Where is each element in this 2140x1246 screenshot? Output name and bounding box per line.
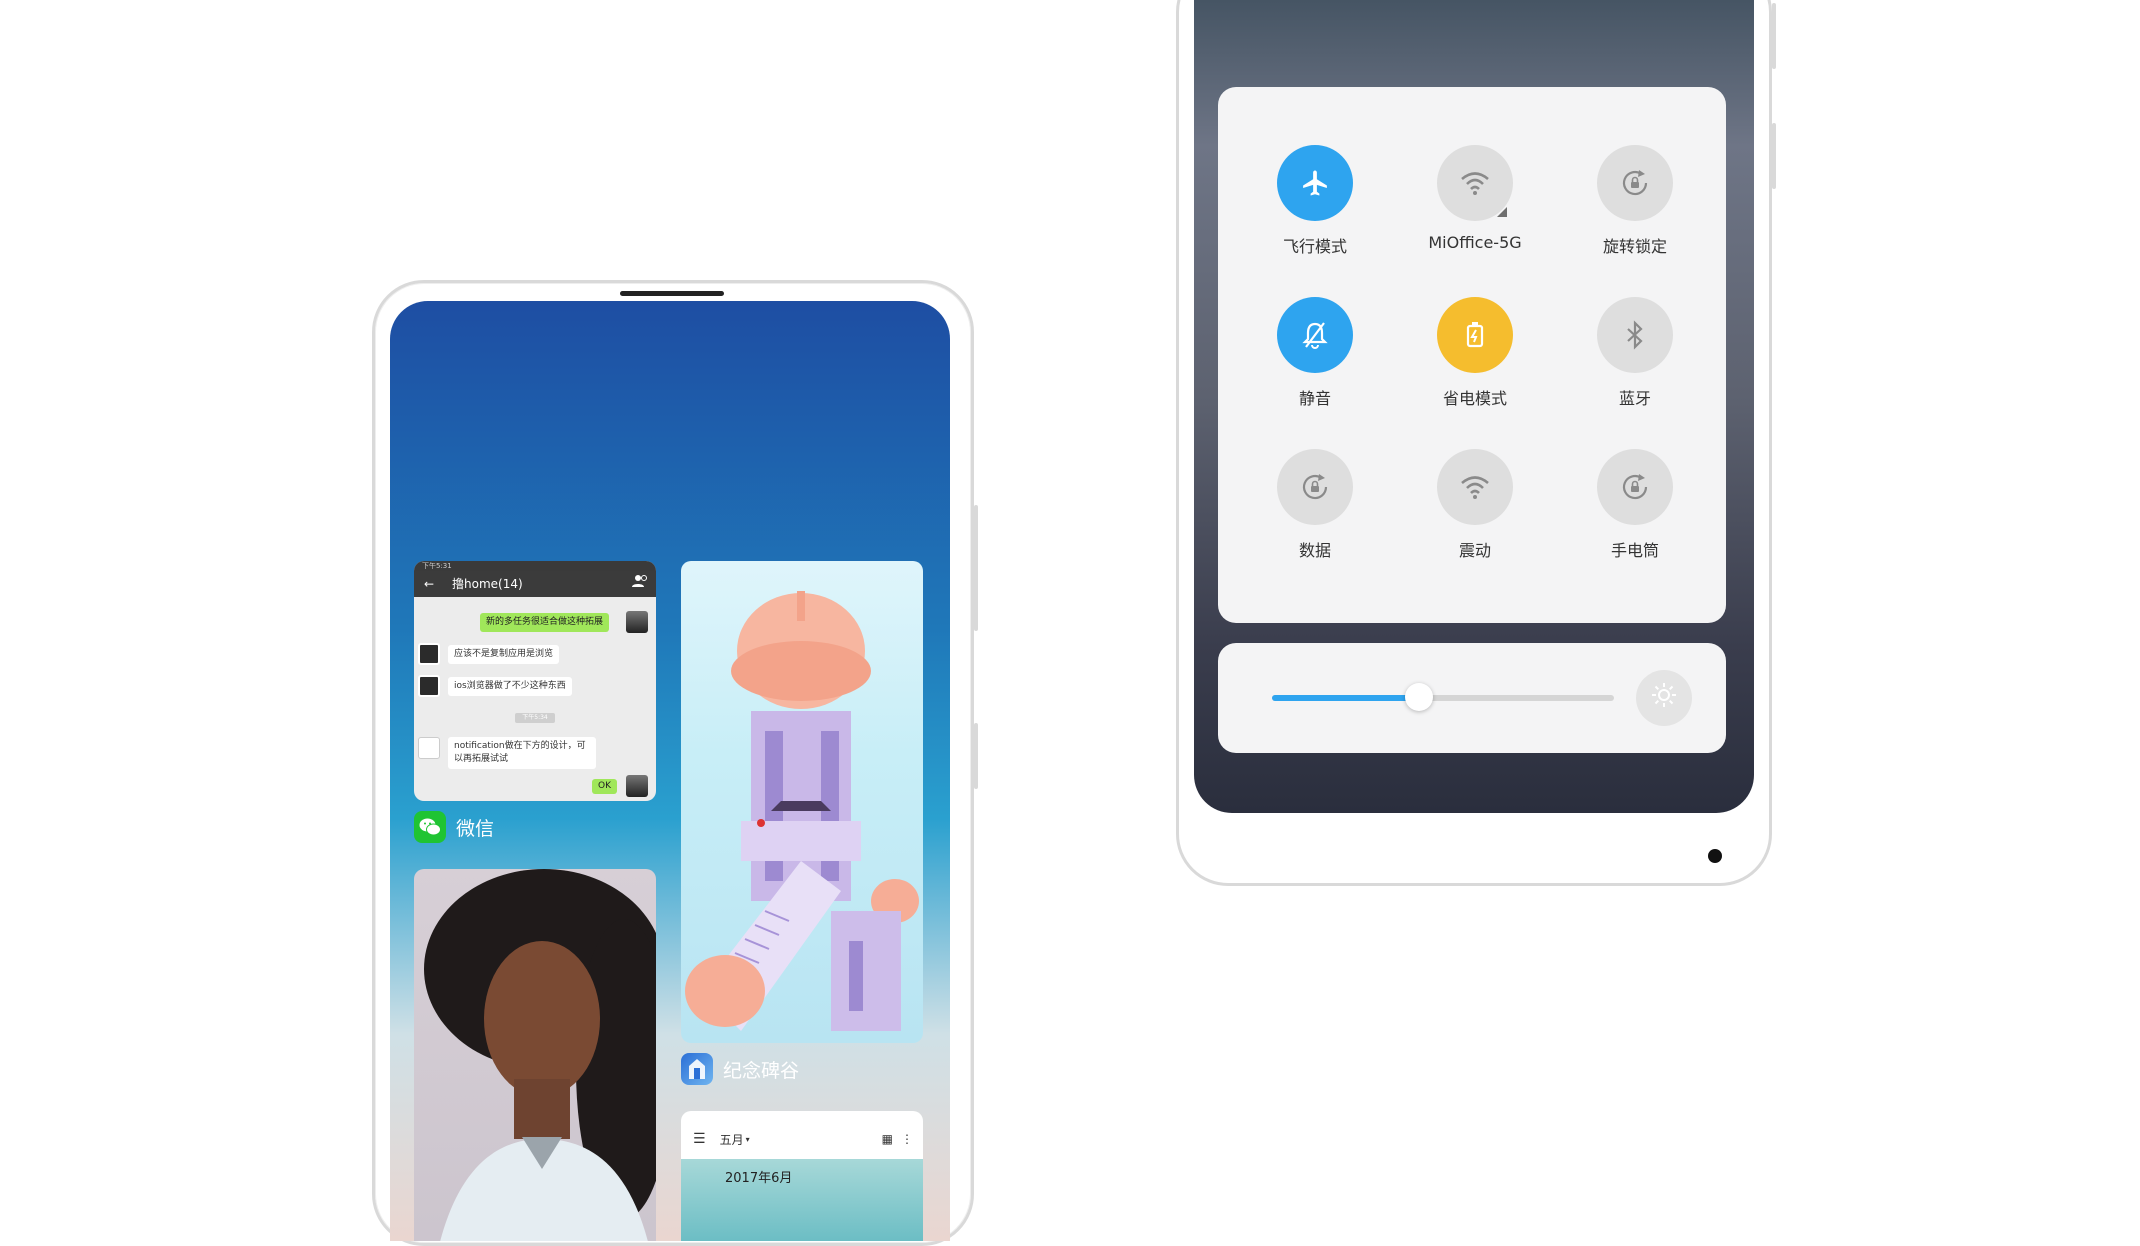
brightness-fill [1272, 695, 1420, 701]
toggle-label: 数据 [1298, 541, 1331, 560]
toggle-label: 静音 [1298, 389, 1331, 408]
chevron-down-icon: ▾ [745, 1134, 750, 1144]
photo-task-card[interactable] [414, 869, 656, 1241]
wechat-icon [414, 811, 446, 843]
month-selector: 五月 [719, 1132, 744, 1147]
toggle-label: 旋转锁定 [1602, 237, 1667, 256]
calendar-date: 2017年6月 [725, 1171, 793, 1186]
chat-message: ios浏览器做了不少这种东西 [448, 677, 572, 696]
brightness-slider[interactable] [1272, 683, 1614, 711]
chat-header: ← 撸home(14) [414, 571, 656, 597]
toggle-vibrate[interactable]: 震动 [1405, 449, 1545, 561]
bluetooth-icon [1597, 297, 1673, 373]
side-button [974, 723, 978, 789]
menu-icon: ☰ [693, 1131, 706, 1147]
auto-brightness-button[interactable] [1636, 670, 1692, 726]
control-center-screen: 飞行模式 MiOffice-5G 旋转锁定 静音 省电模式 蓝牙 数据 震动 手… [1194, 0, 1754, 813]
calendar-banner [681, 1159, 923, 1241]
flashlight-icon [1597, 449, 1673, 525]
back-arrow-icon: ← [424, 577, 435, 591]
portrait-photo [424, 869, 656, 1241]
toggle-silent[interactable]: 静音 [1245, 297, 1385, 409]
message-time: 下午5:34 [515, 713, 555, 723]
bell-mute-icon [1277, 297, 1353, 373]
side-button [1772, 3, 1776, 69]
toggle-rotation-lock[interactable]: 旋转锁定 [1565, 145, 1705, 257]
chat-message: 应该不是复制应用是浏览 [448, 645, 560, 664]
phone-speaker [620, 291, 724, 296]
vibrate-icon [1437, 449, 1513, 525]
data-icon [1277, 449, 1353, 525]
toggle-label: 飞行模式 [1282, 237, 1347, 256]
monument-valley-icon [681, 1053, 713, 1085]
wifi-icon [1437, 145, 1513, 221]
monument-artwork [685, 591, 919, 1031]
chat-message: 新的多任务很适合做这种拓展 [480, 613, 610, 632]
avatar [418, 643, 440, 665]
recent-apps-screen: 下午5:31 ← 撸home(14) 新的多任务很适合做这种拓展 应该不是复制应… [390, 301, 950, 1241]
toggle-airplane-mode[interactable]: 飞行模式 [1245, 145, 1385, 257]
toggle-bluetooth[interactable]: 蓝牙 [1565, 297, 1705, 409]
toggle-wifi[interactable]: MiOffice-5G [1405, 145, 1545, 252]
airplane-icon [1277, 145, 1353, 221]
calendar-task-card[interactable]: ☰ 五月 ▾ ▦ ⋮ 2017年6月 [681, 1111, 923, 1241]
wechat-app-label: 微信 [414, 811, 494, 843]
chat-title: 撸home(14) [452, 577, 523, 591]
calendar-icon: ▦ [881, 1132, 893, 1146]
toggle-battery-saver[interactable]: 省电模式 [1405, 297, 1545, 409]
group-members-icon [632, 571, 648, 597]
rotation-lock-icon [1597, 145, 1673, 221]
toggle-flashlight[interactable]: 手电筒 [1565, 449, 1705, 561]
avatar [418, 675, 440, 697]
toggle-label: 省电模式 [1442, 389, 1507, 408]
brightness-slider-handle[interactable] [1405, 683, 1434, 711]
app-name: 微信 [456, 817, 495, 840]
toggle-label: MiOffice-5G [1428, 233, 1522, 252]
expand-corner-icon [1497, 207, 1507, 217]
more-icon: ⋮ [901, 1132, 913, 1146]
brightness-panel [1218, 643, 1726, 753]
app-name: 纪念碑谷 [723, 1059, 800, 1082]
wechat-task-card[interactable]: 下午5:31 ← 撸home(14) 新的多任务很适合做这种拓展 应该不是复制应… [414, 561, 656, 801]
side-button [1772, 123, 1776, 189]
chat-message: OK [592, 779, 617, 794]
toggle-label: 手电筒 [1610, 541, 1659, 560]
quick-toggles-panel: 飞行模式 MiOffice-5G 旋转锁定 静音 省电模式 蓝牙 数据 震动 手… [1218, 87, 1726, 623]
avatar [418, 737, 440, 759]
toggle-label: 蓝牙 [1618, 389, 1651, 408]
home-sensor [1708, 849, 1722, 863]
status-bar: 下午5:31 [414, 561, 656, 571]
battery-saver-icon [1437, 297, 1513, 373]
monument-app-label: 纪念碑谷 [681, 1053, 799, 1085]
sun-icon [1651, 682, 1677, 715]
side-button [974, 505, 978, 631]
chat-message: notification做在下方的设计，可以再拓展试试 [448, 737, 596, 769]
avatar [626, 775, 648, 797]
right-phone: 飞行模式 MiOffice-5G 旋转锁定 静音 省电模式 蓝牙 数据 震动 手… [1176, 0, 1776, 886]
left-phone: 下午5:31 ← 撸home(14) 新的多任务很适合做这种拓展 应该不是复制应… [372, 280, 978, 1246]
avatar [626, 611, 648, 633]
toggle-label: 震动 [1458, 541, 1491, 560]
monument-valley-task-card[interactable] [681, 561, 923, 1043]
toggle-data[interactable]: 数据 [1245, 449, 1385, 561]
